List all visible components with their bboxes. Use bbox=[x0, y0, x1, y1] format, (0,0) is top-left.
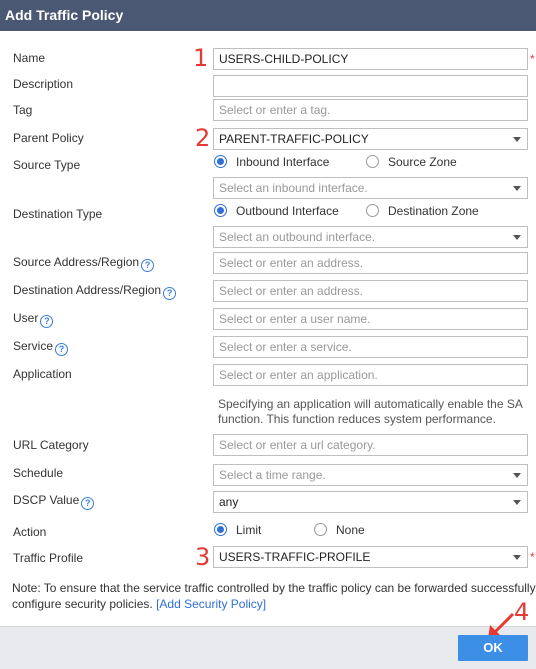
schedule-placeholder: Select a time range. bbox=[219, 468, 326, 482]
add-security-policy-link[interactable]: [Add Security Policy] bbox=[156, 597, 266, 611]
parent-policy-select[interactable]: PARENT-TRAFFIC-POLICY bbox=[213, 128, 528, 150]
destination-type-label: Destination Type bbox=[13, 207, 103, 221]
annotation-3: 3 bbox=[195, 543, 211, 571]
description-field[interactable] bbox=[213, 75, 528, 97]
dialog-title: Add Traffic Policy bbox=[0, 0, 536, 31]
url-category-input[interactable]: Select or enter a url category. bbox=[213, 434, 528, 456]
annotation-2: 2 bbox=[195, 124, 211, 152]
traffic-profile-value: USERS-TRAFFIC-PROFILE bbox=[219, 550, 371, 564]
help-icon[interactable]: ? bbox=[163, 287, 177, 300]
security-policy-note: Note: To ensure that the service traffic… bbox=[12, 580, 536, 612]
name-label: Name bbox=[13, 51, 46, 65]
dscp-value-select[interactable]: any bbox=[213, 491, 528, 513]
name-required-marker: * bbox=[530, 52, 535, 66]
schedule-label: Schedule bbox=[13, 466, 64, 480]
dscp-value-label: DSCP Value bbox=[13, 493, 80, 507]
radio-destination-zone[interactable] bbox=[366, 204, 379, 217]
action-label: Action bbox=[13, 525, 47, 539]
service-input[interactable]: Select or enter a service. bbox=[213, 336, 528, 358]
source-type-label: Source Type bbox=[13, 158, 81, 172]
dscp-value-value: any bbox=[219, 495, 239, 509]
radio-inbound-interface[interactable] bbox=[214, 155, 227, 168]
help-icon[interactable]: ? bbox=[40, 315, 54, 328]
ok-button[interactable]: OK bbox=[458, 635, 528, 661]
destination-address-label: Destination Address/Region bbox=[13, 283, 162, 297]
traffic-profile-select[interactable]: USERS-TRAFFIC-PROFILE bbox=[213, 546, 528, 568]
source-address-label: Source Address/Region bbox=[13, 255, 140, 269]
radio-destination-zone-label: Destination Zone bbox=[388, 204, 479, 218]
annotation-4: 4 bbox=[514, 598, 530, 626]
destination-address-label-wrap: Destination Address/Region? bbox=[13, 283, 177, 300]
help-icon[interactable]: ? bbox=[141, 259, 155, 272]
chevron-down-icon bbox=[513, 186, 521, 191]
source-address-input[interactable]: Select or enter an address. bbox=[213, 252, 528, 274]
user-label: User bbox=[13, 311, 39, 325]
chevron-down-icon bbox=[513, 473, 521, 478]
radio-outbound-interface[interactable] bbox=[214, 204, 227, 217]
radio-none[interactable] bbox=[314, 523, 327, 536]
chevron-down-icon bbox=[513, 500, 521, 505]
traffic-profile-required-marker: * bbox=[530, 550, 535, 564]
radio-outbound-interface-label: Outbound Interface bbox=[236, 204, 339, 218]
chevron-down-icon bbox=[513, 137, 521, 142]
inbound-interface-placeholder: Select an inbound interface. bbox=[219, 181, 368, 195]
description-label: Description bbox=[13, 77, 74, 91]
radio-source-zone[interactable] bbox=[366, 155, 379, 168]
schedule-select[interactable]: Select a time range. bbox=[213, 464, 528, 486]
traffic-profile-label: Traffic Profile bbox=[13, 551, 84, 565]
service-label: Service bbox=[13, 339, 54, 353]
radio-limit[interactable] bbox=[214, 523, 227, 536]
user-input[interactable]: Select or enter a user name. bbox=[213, 308, 528, 330]
annotation-1: 1 bbox=[193, 44, 209, 72]
application-input[interactable]: Select or enter an application. bbox=[213, 364, 528, 386]
radio-inbound-interface-label: Inbound Interface bbox=[236, 155, 330, 169]
help-icon[interactable]: ? bbox=[55, 343, 69, 356]
radio-limit-label: Limit bbox=[236, 523, 262, 537]
chevron-down-icon bbox=[513, 555, 521, 560]
tag-input[interactable]: Select or enter a tag. bbox=[213, 99, 528, 121]
dialog-footer bbox=[0, 626, 536, 669]
outbound-interface-placeholder: Select an outbound interface. bbox=[219, 230, 376, 244]
radio-none-label: None bbox=[336, 523, 365, 537]
tag-label: Tag bbox=[13, 103, 33, 117]
source-address-label-wrap: Source Address/Region? bbox=[13, 255, 155, 272]
dscp-value-label-wrap: DSCP Value? bbox=[13, 493, 95, 510]
url-category-label: URL Category bbox=[13, 438, 89, 452]
note-text: Note: To ensure that the service traffic… bbox=[12, 581, 536, 611]
destination-address-input[interactable]: Select or enter an address. bbox=[213, 280, 528, 302]
help-icon[interactable]: ? bbox=[81, 497, 95, 510]
parent-policy-label: Parent Policy bbox=[13, 131, 84, 145]
parent-policy-value: PARENT-TRAFFIC-POLICY bbox=[219, 132, 369, 146]
inbound-interface-select[interactable]: Select an inbound interface. bbox=[213, 177, 528, 199]
radio-source-zone-label: Source Zone bbox=[388, 155, 457, 169]
user-label-wrap: User? bbox=[13, 311, 54, 328]
application-hint: Specifying an application will automatic… bbox=[218, 397, 523, 426]
application-label: Application bbox=[13, 367, 72, 381]
service-label-wrap: Service? bbox=[13, 339, 69, 356]
chevron-down-icon bbox=[513, 235, 521, 240]
name-field[interactable]: USERS-CHILD-POLICY bbox=[213, 48, 528, 70]
action-row: Action bbox=[0, 520, 536, 544]
outbound-interface-select[interactable]: Select an outbound interface. bbox=[213, 226, 528, 248]
